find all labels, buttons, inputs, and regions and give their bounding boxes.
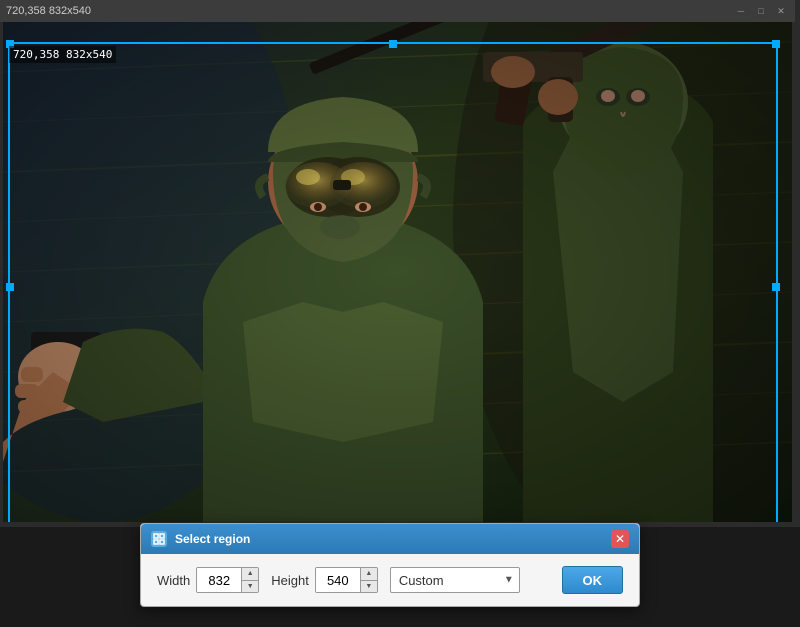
preset-select-wrapper: Custom 640x480 800x600 1024x768 1280x720… xyxy=(390,567,520,593)
dialog-title-area: Select region xyxy=(151,531,250,547)
dialog-close-button[interactable]: ✕ xyxy=(611,530,629,548)
preset-select[interactable]: Custom 640x480 800x600 1024x768 1280x720… xyxy=(390,567,520,593)
ok-button[interactable]: OK xyxy=(562,566,624,594)
title-bar-text: 720,358 832x540 xyxy=(6,5,91,17)
dialog-header: Select region ✕ xyxy=(141,524,639,554)
select-region-dialog: Select region ✕ Width ▲ ▼ Height ▲ ▼ xyxy=(140,523,640,607)
dialog-title: Select region xyxy=(175,532,250,546)
main-window: 720,358 832x540 ─ □ ✕ xyxy=(0,0,800,527)
close-button[interactable]: ✕ xyxy=(773,4,789,18)
width-increment-button[interactable]: ▲ xyxy=(242,568,258,581)
width-input[interactable] xyxy=(197,568,241,592)
maximize-button[interactable]: □ xyxy=(753,4,769,18)
height-field-group: Height ▲ ▼ xyxy=(271,567,378,593)
title-bar-controls: ─ □ ✕ xyxy=(733,4,789,18)
width-field-group: Width ▲ ▼ xyxy=(157,567,259,593)
width-arrows: ▲ ▼ xyxy=(241,568,258,592)
dialog-body: Width ▲ ▼ Height ▲ ▼ Cust xyxy=(141,554,639,606)
height-input[interactable] xyxy=(316,568,360,592)
game-art-svg xyxy=(3,22,792,522)
height-decrement-button[interactable]: ▼ xyxy=(361,581,377,593)
height-arrows: ▲ ▼ xyxy=(360,568,377,592)
image-area: 720,358 832x540 xyxy=(3,22,792,522)
dialog-icon xyxy=(151,531,167,547)
height-label: Height xyxy=(271,573,309,588)
title-bar: 720,358 832x540 ─ □ ✕ xyxy=(0,0,795,22)
width-label: Width xyxy=(157,573,190,588)
minimize-button[interactable]: ─ xyxy=(733,4,749,18)
height-increment-button[interactable]: ▲ xyxy=(361,568,377,581)
width-spinner: ▲ ▼ xyxy=(196,567,259,593)
height-spinner: ▲ ▼ xyxy=(315,567,378,593)
coord-display: 720,358 832x540 xyxy=(9,46,116,63)
region-select-icon xyxy=(153,533,165,545)
width-decrement-button[interactable]: ▼ xyxy=(242,581,258,593)
